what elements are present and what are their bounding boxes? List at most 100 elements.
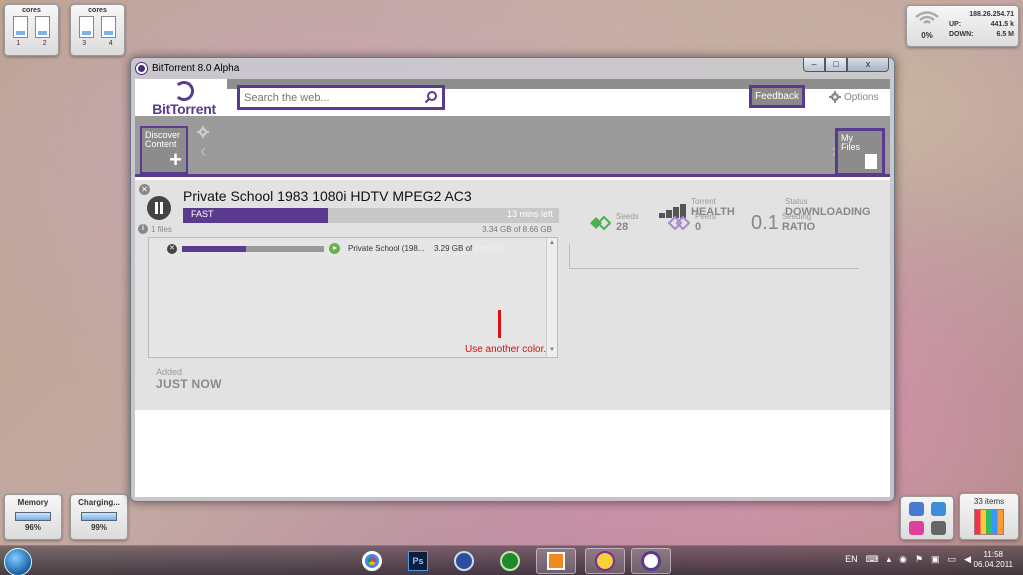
chevron-up-icon[interactable]: ▴ bbox=[887, 554, 892, 565]
items-count: 33 items bbox=[973, 497, 1005, 506]
search-input[interactable] bbox=[240, 88, 420, 107]
photoshop-icon: Ps bbox=[408, 551, 428, 571]
ip-address: 188.26.254.71 bbox=[969, 11, 1014, 18]
title-bar[interactable]: BitTorrent 8.0 Alpha bbox=[131, 58, 894, 79]
power-icon[interactable]: ▣ bbox=[931, 554, 940, 565]
file-progress-fill bbox=[182, 246, 246, 252]
battery-title: Charging... bbox=[78, 498, 120, 507]
up-label: UP: bbox=[949, 21, 962, 28]
seeds-stat: Seeds 28 bbox=[588, 213, 639, 233]
signal-percent: 0% bbox=[921, 31, 933, 40]
discover-content-button[interactable]: Discover Content + bbox=[140, 126, 188, 174]
core-number: 3 bbox=[82, 40, 87, 47]
maximize-button[interactable]: □ bbox=[825, 58, 847, 72]
minimize-button[interactable]: – bbox=[803, 58, 825, 72]
torrent-files-info[interactable]: i 1 files bbox=[138, 224, 172, 234]
my-files-button[interactable]: My Files bbox=[835, 128, 885, 176]
cores-title: cores bbox=[22, 7, 41, 14]
play-icon[interactable] bbox=[329, 243, 340, 254]
my-files-label: Files bbox=[841, 142, 861, 152]
gear-icon[interactable] bbox=[197, 126, 209, 138]
core-number: 1 bbox=[16, 40, 21, 47]
memory-title: Memory bbox=[17, 498, 49, 507]
globe-icon[interactable] bbox=[930, 501, 946, 516]
annotation-mark bbox=[498, 310, 501, 338]
chevron-left-icon[interactable]: ‹ bbox=[200, 140, 207, 163]
taskbar-bittorrent[interactable] bbox=[631, 548, 671, 574]
file-list-scrollbar[interactable]: ▲ ▼ bbox=[546, 238, 557, 357]
close-button[interactable]: x bbox=[847, 58, 889, 72]
file-list: ✕ Private School (198... 3.29 GB of 8.66… bbox=[148, 237, 558, 358]
battery-meter bbox=[81, 512, 117, 521]
torrent-size: 3.34 GB of 8.66 GB bbox=[482, 225, 552, 234]
remove-file-icon[interactable]: ✕ bbox=[167, 244, 177, 254]
plus-icon: + bbox=[169, 147, 182, 172]
display-icon[interactable]: ▭ bbox=[948, 554, 957, 565]
clock[interactable]: 11:58 06.04.2011 bbox=[974, 550, 1013, 570]
core-number: 2 bbox=[42, 40, 47, 47]
bittorrent-logo[interactable]: BitTorrent bbox=[144, 81, 224, 117]
peers-stat: Peers 0 bbox=[667, 213, 716, 233]
ratio-value: 0.1 bbox=[751, 212, 779, 234]
logo-mark-icon bbox=[174, 81, 194, 101]
gear-icon bbox=[829, 91, 841, 103]
flickr-icon[interactable] bbox=[908, 520, 924, 535]
torrent-stats: Torrent HEALTH Status DOWNLOADING Seeds 2… bbox=[569, 180, 871, 287]
taskbar-photoshop[interactable]: Ps bbox=[398, 548, 438, 574]
volume-icon[interactable]: ◀ bbox=[964, 554, 971, 565]
search-icon[interactable] bbox=[424, 90, 438, 104]
keyboard-icon[interactable]: ⌨ bbox=[866, 554, 879, 565]
core-meter bbox=[12, 16, 28, 38]
scroll-up-icon[interactable]: ▲ bbox=[548, 240, 556, 248]
wifi-icon bbox=[915, 11, 939, 24]
document-icon bbox=[865, 154, 877, 169]
language-indicator[interactable]: EN bbox=[845, 554, 858, 565]
app-launcher-gadget bbox=[900, 496, 954, 540]
seeds-value: 28 bbox=[616, 221, 629, 233]
battery-value: 99% bbox=[90, 523, 107, 532]
down-value: 6.5 M bbox=[996, 31, 1014, 38]
winamp-icon bbox=[454, 551, 474, 571]
pause-button[interactable] bbox=[147, 196, 171, 220]
media-player-icon bbox=[547, 552, 565, 570]
app-header: BitTorrent Feedback Options bbox=[135, 79, 890, 117]
taskbar-chrome[interactable] bbox=[352, 548, 392, 574]
speed-label: FAST bbox=[191, 209, 214, 219]
cat-icon[interactable] bbox=[930, 520, 946, 535]
recycle-bin-gadget[interactable]: 33 items bbox=[959, 493, 1019, 540]
network-icon[interactable]: ◉ bbox=[899, 554, 907, 565]
added-label: Added bbox=[156, 367, 183, 377]
content-nav-strip: Discover Content + ‹ › My Files bbox=[135, 116, 890, 177]
yahoo-messenger-icon bbox=[595, 551, 615, 571]
seeds-label: Seeds bbox=[616, 212, 639, 221]
file-name: Private School (198... bbox=[348, 244, 425, 253]
taskbar-yahoo-messenger[interactable] bbox=[585, 548, 625, 574]
health-label: Torrent bbox=[691, 197, 716, 206]
taskbar-media-player[interactable] bbox=[536, 548, 576, 574]
options-label: Options bbox=[844, 91, 879, 103]
start-button[interactable] bbox=[4, 548, 32, 575]
empty-area bbox=[135, 410, 890, 497]
taskbar-winamp[interactable] bbox=[444, 548, 484, 574]
options-button[interactable]: Options bbox=[829, 91, 878, 103]
remove-torrent-icon[interactable]: ✕ bbox=[139, 184, 150, 195]
clock-date: 06.04.2011 bbox=[973, 560, 1013, 569]
taskbar: Ps EN ⌨ ▴ ◉ ⚑ ▣ ▭ ◀ 11:58 06.04.2011 bbox=[0, 545, 1023, 575]
core-meter bbox=[78, 16, 94, 38]
boxes-icon bbox=[974, 509, 1004, 535]
system-tray: EN ⌨ ▴ ◉ ⚑ ▣ ▭ ◀ bbox=[845, 554, 971, 565]
stats-underline bbox=[569, 268, 859, 269]
taskbar-utorrent[interactable] bbox=[490, 548, 530, 574]
stats-divider bbox=[569, 244, 570, 268]
file-total: 8.66 GB bbox=[474, 244, 504, 253]
eta-label: 13 mins left bbox=[506, 209, 553, 219]
memory-meter bbox=[15, 512, 51, 521]
feedback-button[interactable]: Feedback bbox=[749, 85, 805, 108]
down-label: DOWN: bbox=[949, 31, 974, 38]
flag-icon[interactable]: ⚑ bbox=[915, 554, 923, 565]
bittorrent-window: BitTorrent 8.0 Alpha – □ x BitTorrent Fe… bbox=[130, 57, 895, 502]
up-value: 441.5 k bbox=[990, 21, 1014, 28]
calendar-icon[interactable] bbox=[908, 501, 924, 516]
file-row[interactable]: ✕ Private School (198... 3.29 GB of 8.66… bbox=[149, 242, 544, 256]
scroll-down-icon[interactable]: ▼ bbox=[548, 347, 556, 355]
